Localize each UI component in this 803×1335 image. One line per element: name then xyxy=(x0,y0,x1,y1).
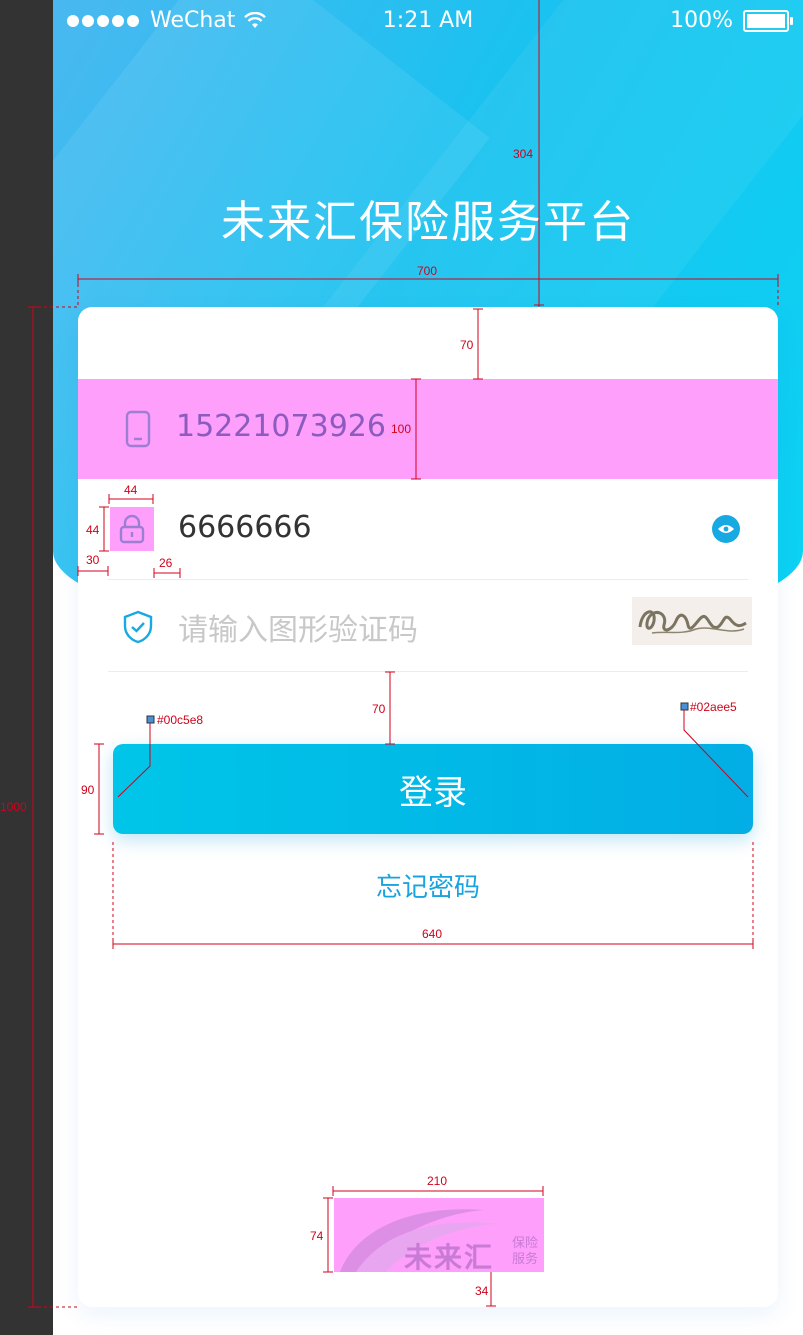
battery-icon xyxy=(743,9,793,32)
annotation-card-height: 1000 xyxy=(0,800,27,814)
login-button[interactable]: 登录 xyxy=(113,744,753,834)
logo-subtext: 保险 服务 xyxy=(512,1236,539,1267)
phone-input[interactable]: 15221073926 xyxy=(176,409,386,444)
shield-check-icon xyxy=(116,605,160,649)
status-right: 100% xyxy=(670,8,793,33)
battery-percent: 100% xyxy=(670,8,733,33)
captcha-image[interactable] xyxy=(632,597,752,645)
lock-icon xyxy=(110,507,154,551)
captcha-input[interactable]: 请输入图形验证码 xyxy=(178,605,418,649)
captcha-input-row[interactable]: 请输入图形验证码 xyxy=(108,579,752,672)
page-title: 未来汇保险服务平台 xyxy=(221,197,635,248)
phone-screen: WeChat 1:21 AM 100% 未来汇保险服务平台 1522107392… xyxy=(53,0,803,1335)
phone-input-row[interactable]: 15221073926 xyxy=(78,379,778,479)
logo-text: 未来汇 xyxy=(404,1241,495,1272)
toggle-visibility-eye-icon[interactable] xyxy=(712,515,740,543)
password-input-row[interactable]: 6666666 xyxy=(108,479,748,580)
brand-logo: 未来汇 保险 服务 xyxy=(334,1198,544,1272)
password-input[interactable]: 6666666 xyxy=(178,510,312,545)
status-bar: WeChat 1:21 AM 100% xyxy=(53,0,803,40)
mobile-phone-icon xyxy=(116,407,160,451)
forgot-password-link[interactable]: 忘记密码 xyxy=(78,867,778,904)
login-card: 15221073926 6666666 请输入图形验证码 登录 忘记密码 未来汇… xyxy=(78,307,778,1307)
